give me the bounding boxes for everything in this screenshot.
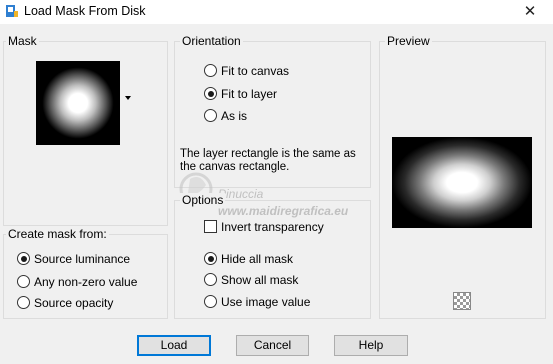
radio-button[interactable] [17, 275, 30, 288]
title-bar: Load Mask From Disk ✕ [0, 0, 553, 24]
radio-button[interactable] [17, 252, 30, 265]
radio-button[interactable] [204, 109, 217, 122]
radio-label: Fit to layer [221, 87, 278, 101]
radio-label: Source luminance [34, 252, 131, 266]
radio-label: As is [221, 109, 248, 123]
radio-button[interactable] [204, 87, 217, 100]
radio-button[interactable] [204, 64, 217, 77]
radio-label: Fit to canvas [221, 64, 290, 78]
radio-label: Use image value [221, 295, 311, 309]
transparency-grid-icon[interactable] [453, 292, 471, 310]
radio-button[interactable] [204, 295, 217, 308]
preview-image [392, 137, 532, 228]
load-button[interactable]: Load [137, 335, 211, 356]
radio-label: Source opacity [34, 296, 114, 310]
help-button[interactable]: Help [334, 335, 408, 356]
close-icon: ✕ [523, 3, 537, 20]
radio-button[interactable] [204, 273, 217, 286]
mask-thumbnail[interactable] [36, 61, 120, 145]
close-button[interactable]: ✕ [507, 0, 553, 24]
create-mask-from-label: Create mask from: [6, 227, 109, 241]
app-icon [6, 5, 18, 17]
chevron-down-icon[interactable] [125, 96, 131, 100]
radio-label: Hide all mask [221, 252, 294, 266]
options-group-label: Options [180, 193, 226, 207]
radio-label: Any non-zero value [34, 275, 138, 289]
cancel-button[interactable]: Cancel [236, 335, 309, 356]
radio-button[interactable] [204, 252, 217, 265]
radio-button[interactable] [17, 296, 30, 309]
checkbox[interactable] [204, 220, 217, 233]
mask-group-label: Mask [6, 34, 39, 48]
radio-label: Show all mask [221, 273, 299, 287]
preview-group-label: Preview [385, 34, 432, 48]
window-title: Load Mask From Disk [24, 4, 146, 18]
orientation-group-label: Orientation [180, 34, 243, 48]
checkbox-label: Invert transparency [221, 220, 324, 234]
